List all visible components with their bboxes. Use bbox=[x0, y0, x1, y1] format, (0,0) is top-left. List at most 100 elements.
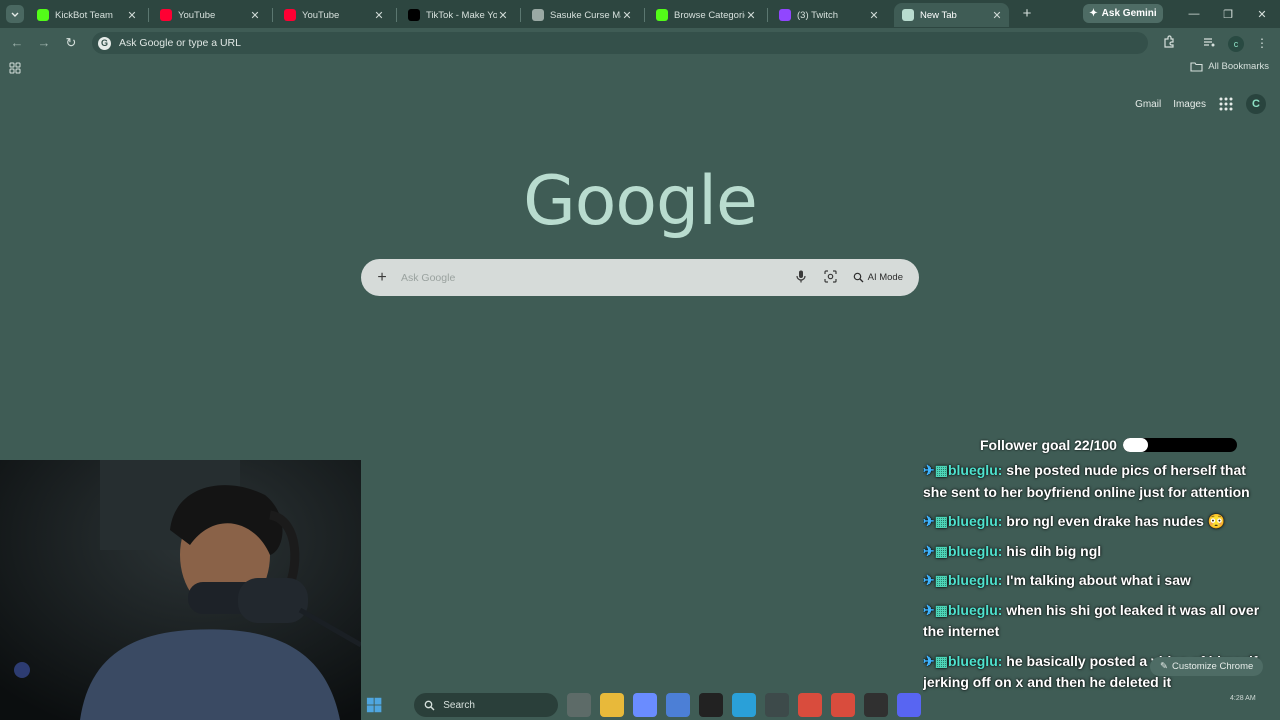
new-tab-button[interactable]: + bbox=[1019, 6, 1035, 22]
profile-avatar-button[interactable]: c bbox=[1228, 36, 1244, 52]
tab-4[interactable]: Sasuke Curse Mark✕ bbox=[524, 3, 639, 27]
chat-sub-badge-icon: ▦ bbox=[934, 652, 948, 669]
add-attachment-icon[interactable]: + bbox=[375, 269, 389, 287]
copilot-icon[interactable] bbox=[633, 693, 657, 717]
chat-sub-badge-icon: ▦ bbox=[934, 513, 948, 529]
chat-username: blueglu: bbox=[947, 462, 1003, 478]
chat-sub-badge-icon: ▦ bbox=[934, 601, 948, 618]
tab-2[interactable]: YouTube ✕ bbox=[276, 3, 391, 27]
globe-icon bbox=[532, 9, 544, 21]
chrome-icon bbox=[902, 9, 914, 21]
tab-title: YouTube bbox=[302, 9, 340, 21]
chat-username: blueglu: bbox=[947, 513, 1003, 529]
more-menu-icon[interactable]: ⋮ bbox=[1254, 35, 1270, 51]
chat-message: ✈▦blueglu: when his shi got leaked it wa… bbox=[923, 600, 1273, 643]
tab-separator bbox=[148, 8, 149, 22]
windows-taskbar: Search bbox=[361, 690, 921, 720]
webcam-person-image bbox=[0, 460, 361, 720]
task-view-icon[interactable] bbox=[567, 693, 591, 717]
store-icon[interactable] bbox=[666, 693, 690, 717]
tab-5[interactable]: Browse Categories✕ bbox=[648, 3, 763, 27]
tab-separator bbox=[767, 8, 768, 22]
close-tab-icon[interactable]: ✕ bbox=[868, 9, 880, 22]
gmail-link[interactable]: Gmail bbox=[1135, 99, 1161, 110]
tab-title: YouTube bbox=[178, 9, 216, 21]
obs-icon[interactable] bbox=[864, 693, 888, 717]
tab-7[interactable]: New Tab ✕ bbox=[894, 3, 1009, 27]
tab-3[interactable]: TikTok - Make Your Day✕ bbox=[400, 3, 515, 27]
chat-username: blueglu: bbox=[947, 542, 1003, 559]
chat-username: blueglu: bbox=[947, 601, 1003, 618]
maximize-button[interactable]: ❐ bbox=[1216, 5, 1240, 23]
close-tab-icon[interactable]: ✕ bbox=[497, 9, 509, 22]
extensions-icon[interactable] bbox=[1161, 35, 1177, 51]
file-explorer-icon[interactable] bbox=[600, 693, 624, 717]
close-tab-icon[interactable]: ✕ bbox=[745, 9, 757, 22]
chevron-down-icon bbox=[11, 12, 19, 17]
forward-button[interactable]: → bbox=[35, 34, 53, 52]
close-tab-icon[interactable]: ✕ bbox=[373, 9, 385, 22]
youtube-icon bbox=[284, 9, 296, 21]
taskbar-clock: 4:28 AM bbox=[1230, 695, 1256, 702]
tab-separator bbox=[396, 8, 397, 22]
tiktok-icon bbox=[408, 9, 420, 21]
microphone-icon[interactable] bbox=[793, 270, 809, 286]
tab-separator bbox=[520, 8, 521, 22]
chat-badge-icon: ✈ bbox=[923, 462, 935, 478]
stream-chat-overlay: ✈▦blueglu: she posted nude pics of herse… bbox=[923, 460, 1273, 720]
tab-title: New Tab bbox=[920, 9, 957, 21]
taskbar-search[interactable]: Search bbox=[414, 693, 558, 717]
windows-start-icon[interactable] bbox=[366, 696, 382, 714]
address-bar-placeholder: Ask Google or type a URL bbox=[119, 37, 241, 49]
chat-message: ✈▦blueglu: bro ngl even drake has nudes … bbox=[923, 511, 1273, 533]
close-tab-icon[interactable]: ✕ bbox=[249, 9, 261, 22]
tab-0[interactable]: KickBot Team ✕ bbox=[29, 3, 144, 27]
tab-1[interactable]: YouTube ✕ bbox=[152, 3, 267, 27]
tab-6[interactable]: (3) Twitch ✕ bbox=[771, 3, 886, 27]
folder-icon bbox=[1190, 62, 1203, 72]
chat-message: ✈▦blueglu: she posted nude pics of herse… bbox=[923, 460, 1273, 503]
google-lens-icon[interactable] bbox=[823, 269, 839, 286]
ntp-search-input[interactable] bbox=[399, 270, 793, 285]
account-avatar[interactable]: C bbox=[1246, 94, 1266, 114]
close-tab-icon[interactable]: ✕ bbox=[126, 9, 138, 22]
notepad-icon[interactable] bbox=[765, 693, 789, 717]
ask-gemini-label: Ask Gemini bbox=[1101, 8, 1157, 19]
capcut-icon[interactable] bbox=[699, 693, 723, 717]
ntp-search-box[interactable]: + AI Mode bbox=[361, 259, 919, 296]
tab-title: KickBot Team bbox=[55, 9, 113, 21]
chat-text: his dih big ngl bbox=[1006, 542, 1102, 559]
follower-goal-bar bbox=[1122, 438, 1237, 452]
edge-icon[interactable] bbox=[732, 693, 756, 717]
chrome-icon[interactable] bbox=[798, 693, 822, 717]
chat-badge-icon: ✈ bbox=[923, 542, 935, 559]
apps-grid-icon[interactable] bbox=[9, 62, 21, 74]
minimize-button[interactable]: — bbox=[1182, 5, 1206, 23]
close-tab-icon[interactable]: ✕ bbox=[621, 9, 633, 22]
follower-goal-fill bbox=[1122, 438, 1149, 452]
discord-icon[interactable] bbox=[897, 693, 921, 717]
ask-gemini-button[interactable]: ✦ Ask Gemini bbox=[1083, 4, 1163, 23]
reload-button[interactable]: ↻ bbox=[62, 34, 80, 52]
chat-sub-badge-icon: ▦ bbox=[934, 572, 948, 588]
chat-username: blueglu: bbox=[947, 572, 1003, 588]
google-apps-icon[interactable] bbox=[1218, 96, 1234, 112]
twitch-icon bbox=[779, 9, 791, 21]
chat-sub-badge-icon: ▦ bbox=[934, 462, 948, 478]
chat-sub-badge-icon: ▦ bbox=[934, 542, 948, 559]
close-window-button[interactable]: ✕ bbox=[1250, 5, 1274, 23]
images-link[interactable]: Images bbox=[1173, 99, 1206, 110]
media-controls-icon[interactable] bbox=[1201, 35, 1217, 51]
chat-text: I'm talking about what i saw bbox=[1006, 572, 1191, 588]
all-bookmarks-button[interactable]: All Bookmarks bbox=[1190, 61, 1269, 72]
chat-text: bro ngl even drake has nudes 😳 bbox=[1006, 513, 1226, 529]
tab-search-button[interactable] bbox=[6, 5, 24, 23]
kick-icon bbox=[656, 9, 668, 21]
close-tab-icon[interactable]: ✕ bbox=[991, 9, 1003, 22]
address-bar[interactable]: G Ask Google or type a URL bbox=[92, 32, 1148, 54]
back-button[interactable]: ← bbox=[8, 34, 26, 52]
search-icon bbox=[424, 700, 435, 710]
customize-chrome-button[interactable]: ✎ Customize Chrome bbox=[1150, 657, 1264, 676]
ai-mode-button[interactable]: AI Mode bbox=[853, 272, 903, 283]
chrome-icon[interactable] bbox=[831, 693, 855, 717]
